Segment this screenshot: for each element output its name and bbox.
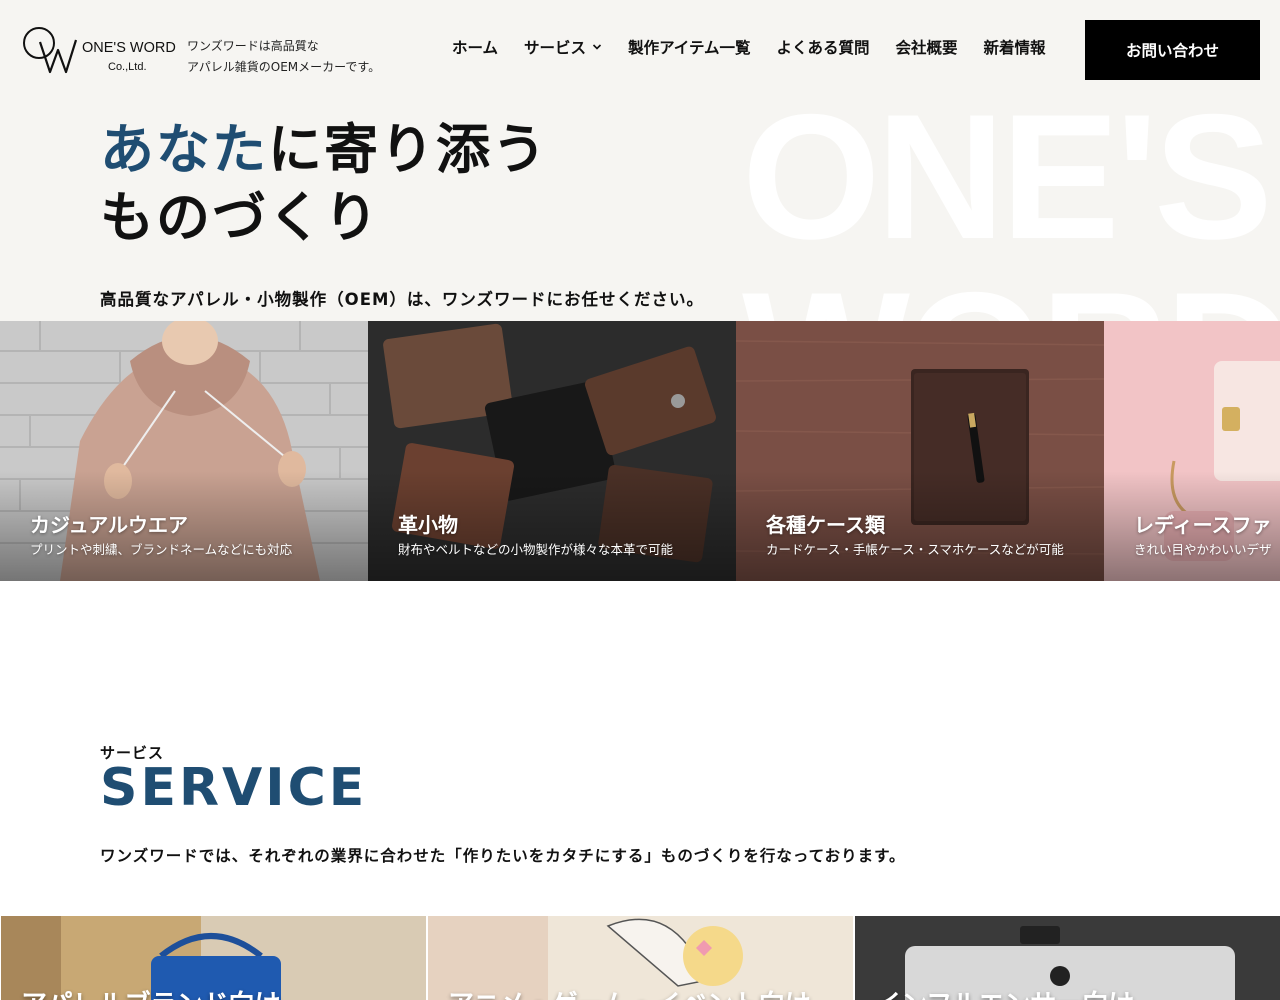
category-title: カジュアルウエア	[30, 513, 188, 537]
chevron-down-icon	[592, 44, 602, 50]
service-card-apparel[interactable]: アパレルブランド向け	[1, 916, 426, 1000]
nav-products[interactable]: 製作アイテム一覧	[628, 36, 750, 58]
site-logo[interactable]: ONE'S WORD Co.,Ltd.	[22, 24, 176, 76]
hero-headline: あなたに寄り添う ものづくり	[100, 116, 548, 252]
site-header: ONE'S WORD Co.,Ltd. ワンズワードは高品質な アパレル雑貨のO…	[0, 0, 1280, 100]
category-desc: カードケース・手帳ケース・スマホケースなどが可能	[766, 542, 1064, 557]
category-title: 各種ケース類	[766, 513, 885, 537]
category-desc: 財布やベルトなどの小物製作が様々な本革で可能	[398, 542, 674, 557]
category-tile-casualwear[interactable]: カジュアルウエア プリントや刺繍、ブランドネームなどにも対応	[0, 321, 368, 581]
service-card-title: アパレルブランド向け	[21, 984, 280, 1000]
headline-rest: に寄り添う	[268, 118, 548, 181]
category-strip: カジュアルウエア プリントや刺繍、ブランドネームなどにも対応 革小物 財布やベル…	[0, 321, 1280, 581]
hero-section: ONE'S WORD ONE'S WORD Co.,Ltd. ワンズワードは高品…	[0, 0, 1280, 321]
category-desc: プリントや刺繍、ブランドネームなどにも対応	[30, 542, 293, 557]
hero-watermark: ONE'S WORD	[742, 77, 1280, 322]
category-tile-ladies[interactable]: レディースファ きれい目やかわいいデザ	[1104, 321, 1280, 581]
service-lead: ワンズワードでは、それぞれの業界に合わせた「作りたいをカタチにする」ものづくりを…	[100, 847, 906, 865]
category-desc: きれい目やかわいいデザ	[1134, 542, 1272, 557]
nav-company[interactable]: 会社概要	[896, 36, 958, 58]
header-tagline: ワンズワードは高品質な アパレル雑貨のOEMメーカーです。	[187, 36, 417, 78]
nav-service[interactable]: サービス	[524, 36, 602, 58]
service-cards: アパレルブランド向け アニメ・ゲーム・イベント向け インフルエンサー向け	[0, 916, 1280, 1000]
category-tile-cases[interactable]: 各種ケース類 カードケース・手帳ケース・スマホケースなどが可能	[736, 321, 1104, 581]
headline-line-2: ものづくり	[100, 186, 380, 249]
service-card-title: インフルエンサー向け	[875, 984, 1134, 1000]
category-title: レディースファ	[1134, 513, 1272, 537]
contact-button[interactable]: お問い合わせ	[1085, 20, 1260, 80]
global-nav: ホーム サービス 製作アイテム一覧 よくある質問 会社概要 新着情報	[452, 36, 1072, 58]
logo-subtext: Co.,Ltd.	[108, 61, 147, 73]
category-title: 革小物	[398, 513, 458, 537]
nav-home[interactable]: ホーム	[452, 36, 498, 58]
service-card-influencer[interactable]: インフルエンサー向け	[855, 916, 1280, 1000]
headline-accent: あなた	[100, 118, 268, 181]
service-heading: SERVICE	[100, 758, 368, 818]
service-card-anime[interactable]: アニメ・ゲーム・イベント向け	[428, 916, 853, 1000]
category-tile-leather[interactable]: 革小物 財布やベルトなどの小物製作が様々な本革で可能	[368, 321, 736, 581]
nav-faq[interactable]: よくある質問	[777, 36, 870, 58]
hero-lead: 高品質なアパレル・小物製作（OEM）は、ワンズワードにお任せください。	[100, 290, 705, 309]
nav-news[interactable]: 新着情報	[984, 36, 1046, 58]
logo-wordmark: ONE'S WORD	[82, 40, 176, 56]
ow-monogram-logo	[23, 27, 78, 74]
service-card-title: アニメ・ゲーム・イベント向け	[448, 984, 811, 1000]
tagline-line-1: ワンズワードは高品質な	[187, 39, 319, 53]
tagline-line-2: アパレル雑貨のOEMメーカーです。	[187, 60, 381, 74]
